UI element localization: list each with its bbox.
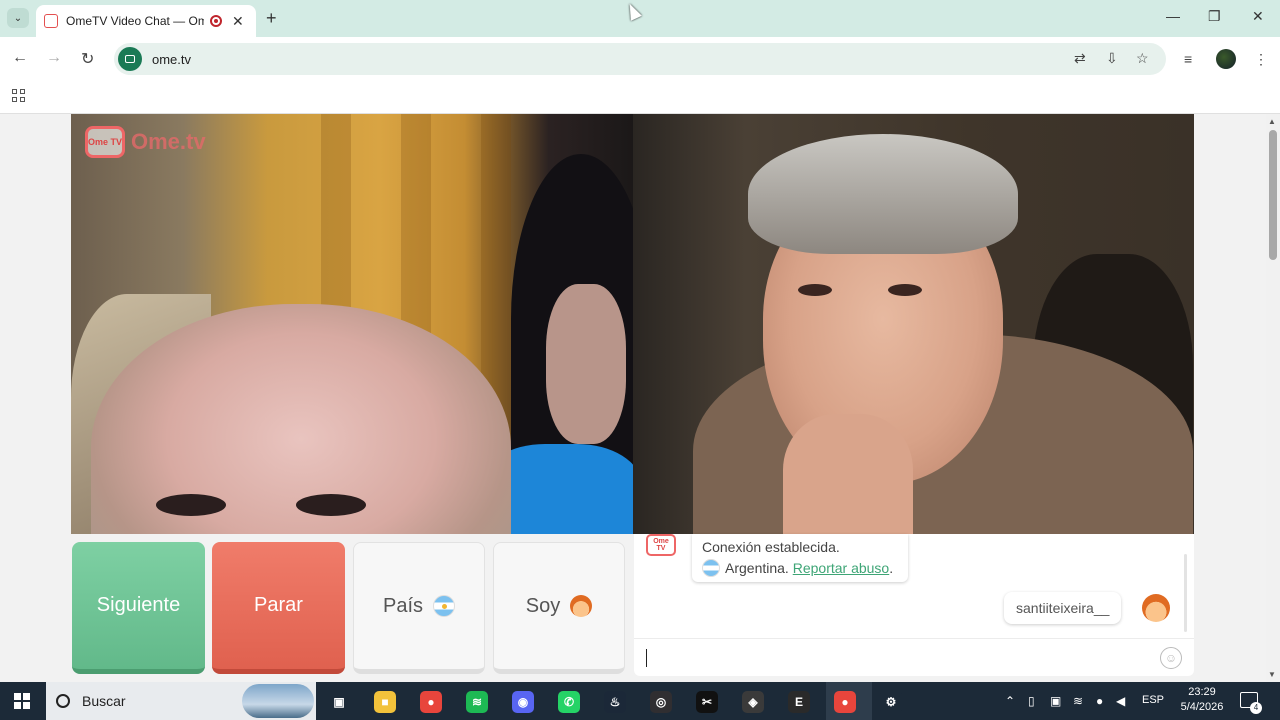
system-message: Conexión establecida. Argentina. Reporta… [692,534,908,582]
chat-scrollbar[interactable] [1184,554,1187,632]
emoji-icon[interactable]: ☺ [1160,647,1182,669]
install-app-icon[interactable]: ⇩ [1106,50,1118,67]
page-scrollbar[interactable]: ▲ ▼ [1266,114,1280,682]
back-button[interactable]: ← [12,49,28,67]
chat-message: santiiteixeira__ [1004,592,1122,624]
search-icon [56,694,70,708]
capcut-taskbar-icon[interactable]: ✂ [696,691,718,713]
tab-search-button[interactable]: ⌄ [7,8,29,28]
ometv-page: Ome TV Ome.tv Siguiente Parar País Soy O… [0,114,1266,682]
reading-list-icon[interactable]: ≡ [1184,51,1192,67]
whatsapp-taskbar-icon[interactable]: ✆ [558,691,580,713]
browser-toolbar: ← → ↻ ome.tv ⇄ ⇩ ☆ ≡ ⋮ [0,37,1280,81]
chat-input[interactable]: ☺ [634,638,1194,676]
menu-icon[interactable]: ⋮ [1254,51,1268,68]
scroll-up-icon[interactable]: ▲ [1268,117,1276,126]
scroll-down-icon[interactable]: ▼ [1268,670,1276,679]
country-selector-button[interactable]: País [353,542,485,674]
recording-indicator-icon [210,15,222,27]
logo-text: Ome.tv [131,129,206,154]
chrome-active-taskbar-icon[interactable]: ● [834,691,856,713]
epic-games-taskbar-icon[interactable]: E [788,691,810,713]
volume-icon[interactable]: ◀ [1116,694,1125,708]
microphone-icon[interactable]: ● [1096,694,1103,708]
chrome-taskbar-icon[interactable]: ● [420,691,442,713]
minimize-button[interactable]: — [1166,8,1180,24]
argentina-flag-icon [433,595,456,617]
site-info-icon[interactable] [118,47,142,71]
user-avatar-icon [1142,594,1170,622]
windows-taskbar: Buscar ▣ ■ ● ≋ ◉ ✆ ♨ ◎ ✂ ◈ E ● ⚙ ⌃ ▯ ▣ ≋ ● ◀ ESP 23:… [0,682,1280,720]
discord-taskbar-icon[interactable]: ◉ [512,691,534,713]
gender-selector-button[interactable]: Soy [493,542,625,674]
tab-title: OmeTV Video Chat — Ome [66,14,204,28]
scroll-thumb[interactable] [1269,130,1277,260]
display-icon[interactable]: ▣ [1050,694,1061,708]
wifi-icon[interactable]: ≋ [1073,694,1083,708]
connection-status-text: Conexión establecida. [702,539,840,555]
apps-grid-icon[interactable] [12,89,25,102]
reload-button[interactable]: ↻ [81,49,94,69]
text-caret [646,649,647,667]
tab-close-button[interactable]: ✕ [232,13,244,30]
file-explorer-taskbar-icon[interactable]: ■ [374,691,396,713]
steam-taskbar-icon[interactable]: ♨ [604,691,626,713]
language-indicator[interactable]: ESP [1142,694,1164,706]
partner-video: Ome TV Ome.tv [71,114,633,534]
report-abuse-link[interactable]: Reportar abuso [793,560,890,576]
device-icon[interactable]: ▯ [1028,694,1035,708]
translate-icon[interactable]: ⇄ [1074,50,1086,67]
address-bar[interactable]: ome.tv ⇄ ⇩ ☆ [114,43,1166,75]
obs-taskbar-icon[interactable]: ◎ [650,691,672,713]
clock[interactable]: 23:29 5/4/2026 [1172,685,1232,715]
ometv-favicon-icon [44,14,58,28]
profile-avatar[interactable] [1216,49,1236,69]
search-highlight-image [242,684,314,718]
chat-ometv-logo: Ome TV [646,534,676,556]
partner-country-text: Argentina. [725,560,789,576]
notification-badge: 4 [1250,702,1262,714]
boy-emoji-icon [570,595,593,617]
new-tab-button[interactable]: + [266,8,277,29]
tab-strip: ⌄ OmeTV Video Chat — Ome ✕ + — ❐ ✕ [0,0,1280,37]
bookmarks-bar [0,81,1280,114]
argentina-flag-icon [702,559,720,577]
stop-button[interactable]: Parar [212,542,345,674]
forward-button[interactable]: → [46,49,62,67]
taskbar-search[interactable]: Buscar [46,682,316,720]
chat-panel: Ome TV Conexión establecida. Argentina. … [634,534,1194,676]
active-tab[interactable]: OmeTV Video Chat — Ome ✕ [36,5,256,37]
davinci-taskbar-icon[interactable]: ◈ [742,691,764,713]
task-view-taskbar-icon[interactable]: ▣ [328,691,350,713]
ometv-logo: Ome TV Ome.tv [85,126,206,158]
restore-button[interactable]: ❐ [1208,8,1221,25]
start-button[interactable] [14,693,30,709]
bookmark-star-icon[interactable]: ☆ [1136,50,1149,67]
logo-badge: Ome TV [85,126,125,158]
settings-taskbar-icon[interactable]: ⚙ [880,691,902,713]
self-video [633,114,1194,534]
next-button[interactable]: Siguiente [72,542,205,674]
spotify-taskbar-icon[interactable]: ≋ [466,691,488,713]
show-hidden-icons[interactable]: ⌃ [1005,694,1015,708]
close-window-button[interactable]: ✕ [1252,8,1264,25]
url-text[interactable]: ome.tv [152,52,191,67]
